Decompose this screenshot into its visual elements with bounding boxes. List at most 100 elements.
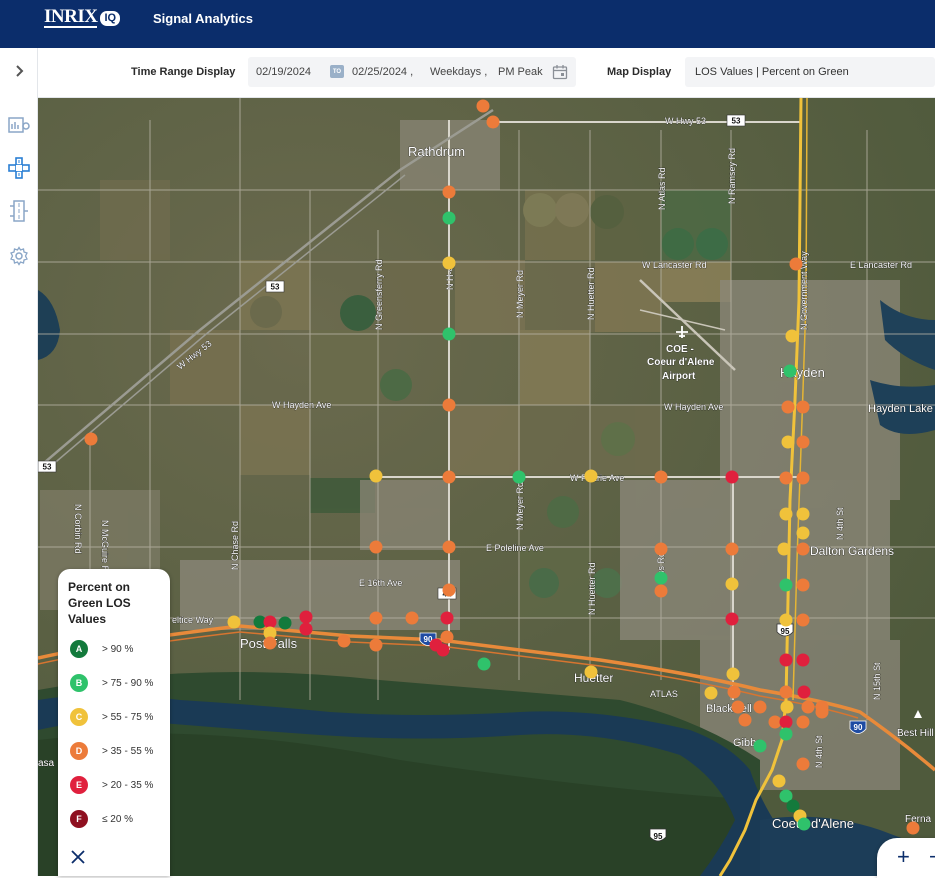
signal-marker[interactable]	[727, 685, 741, 699]
signal-marker[interactable]	[436, 643, 450, 657]
zoom-out-button[interactable]: −	[929, 844, 935, 870]
signal-marker[interactable]	[779, 727, 793, 741]
signal-marker[interactable]	[796, 435, 810, 449]
signal-marker[interactable]	[725, 470, 739, 484]
signal-marker[interactable]	[369, 469, 383, 483]
left-sidebar	[0, 48, 38, 876]
signal-marker[interactable]	[369, 638, 383, 652]
signal-marker[interactable]	[654, 542, 668, 556]
signal-marker[interactable]	[442, 470, 456, 484]
signal-marker[interactable]	[779, 578, 793, 592]
signal-marker[interactable]	[796, 507, 810, 521]
signal-marker[interactable]	[278, 616, 292, 630]
signal-marker[interactable]	[654, 571, 668, 585]
signal-marker[interactable]	[789, 257, 803, 271]
signal-marker[interactable]	[512, 470, 526, 484]
signal-marker[interactable]	[781, 400, 795, 414]
signal-marker[interactable]	[654, 470, 668, 484]
signal-marker[interactable]	[796, 653, 810, 667]
signal-marker[interactable]	[779, 715, 793, 729]
time-range-picker[interactable]: 02/19/2024 TO 02/25/2024 , Weekdays , PM…	[248, 57, 576, 87]
signal-marker[interactable]	[780, 700, 794, 714]
signal-marker[interactable]	[476, 99, 490, 113]
signal-marker[interactable]	[781, 435, 795, 449]
signal-marker[interactable]	[796, 526, 810, 540]
signal-marker[interactable]	[725, 612, 739, 626]
signal-marker[interactable]	[442, 398, 456, 412]
signal-marker[interactable]	[440, 630, 454, 644]
place-label: Coeur d'Alene	[647, 357, 715, 368]
signal-marker[interactable]	[796, 400, 810, 414]
road-label: N Huetter Rd	[586, 267, 596, 320]
calendar-icon[interactable]	[552, 64, 568, 80]
signal-marker[interactable]	[796, 471, 810, 485]
signal-marker[interactable]	[779, 471, 793, 485]
signal-marker[interactable]	[704, 686, 718, 700]
signal-marker[interactable]	[299, 610, 313, 624]
road-label: N Ramsey Rd	[727, 148, 737, 204]
signal-marker[interactable]	[584, 469, 598, 483]
signal-marker[interactable]	[801, 700, 815, 714]
signal-marker[interactable]	[753, 739, 767, 753]
signal-marker[interactable]	[369, 540, 383, 554]
intersection-button[interactable]	[4, 153, 34, 183]
signal-marker[interactable]	[725, 542, 739, 556]
signal-marker[interactable]	[738, 713, 752, 727]
map-view[interactable]: Rathdrum Hayden Hayden Lake Dalton Garde…	[38, 98, 935, 876]
signal-marker[interactable]	[796, 757, 810, 771]
signal-marker[interactable]	[486, 115, 500, 129]
signal-marker[interactable]	[779, 685, 793, 699]
expand-sidebar-button[interactable]	[4, 56, 34, 86]
signal-marker[interactable]	[227, 615, 241, 629]
map-display-select[interactable]: LOS Values | Percent on Green	[685, 57, 935, 87]
signal-marker[interactable]	[783, 364, 797, 378]
signal-marker[interactable]	[731, 700, 745, 714]
place-label: Airport	[662, 371, 696, 382]
inrix-iq-logo[interactable]: INRIX IQ	[44, 7, 121, 28]
signal-marker[interactable]	[796, 542, 810, 556]
signal-marker[interactable]	[442, 185, 456, 199]
signal-marker[interactable]	[779, 507, 793, 521]
signal-marker[interactable]	[815, 705, 829, 719]
signal-marker[interactable]	[797, 685, 811, 699]
signal-marker[interactable]	[654, 584, 668, 598]
signal-marker[interactable]	[796, 715, 810, 729]
signal-marker[interactable]	[84, 432, 98, 446]
day-filter: Weekdays ,	[430, 66, 488, 78]
signal-marker[interactable]	[299, 622, 313, 636]
road-label: N 15th St	[872, 662, 882, 700]
signal-marker[interactable]	[726, 667, 740, 681]
signal-marker[interactable]	[442, 327, 456, 341]
settings-button[interactable]	[4, 241, 34, 271]
signal-marker[interactable]	[785, 329, 799, 343]
road-label: W Hayden Ave	[664, 402, 723, 412]
road-label: N Greensferry Rd	[374, 259, 384, 330]
signal-marker[interactable]	[779, 613, 793, 627]
corridor-button[interactable]	[4, 196, 34, 226]
signal-marker[interactable]	[442, 211, 456, 225]
signal-marker[interactable]	[337, 634, 351, 648]
legend-grade-badge: A	[70, 640, 88, 658]
signal-marker[interactable]	[263, 636, 277, 650]
signal-marker[interactable]	[442, 583, 456, 597]
signal-marker[interactable]	[442, 540, 456, 554]
signal-marker[interactable]	[906, 821, 920, 835]
signal-marker[interactable]	[477, 657, 491, 671]
legend-grade-badge: D	[70, 742, 88, 760]
dashboard-report-button[interactable]	[4, 110, 34, 140]
signal-marker[interactable]	[725, 577, 739, 591]
signal-marker[interactable]	[405, 611, 419, 625]
legend-close-icon[interactable]	[70, 849, 86, 865]
signal-marker[interactable]	[440, 611, 454, 625]
signal-marker[interactable]	[753, 700, 767, 714]
signal-marker[interactable]	[796, 613, 810, 627]
signal-marker[interactable]	[777, 542, 791, 556]
signal-marker[interactable]	[796, 578, 810, 592]
signal-marker[interactable]	[779, 653, 793, 667]
signal-marker[interactable]	[369, 611, 383, 625]
signal-marker[interactable]	[772, 774, 786, 788]
signal-marker[interactable]	[584, 665, 598, 679]
signal-marker[interactable]	[797, 817, 811, 831]
signal-marker[interactable]	[442, 256, 456, 270]
zoom-in-button[interactable]: +	[897, 844, 910, 870]
